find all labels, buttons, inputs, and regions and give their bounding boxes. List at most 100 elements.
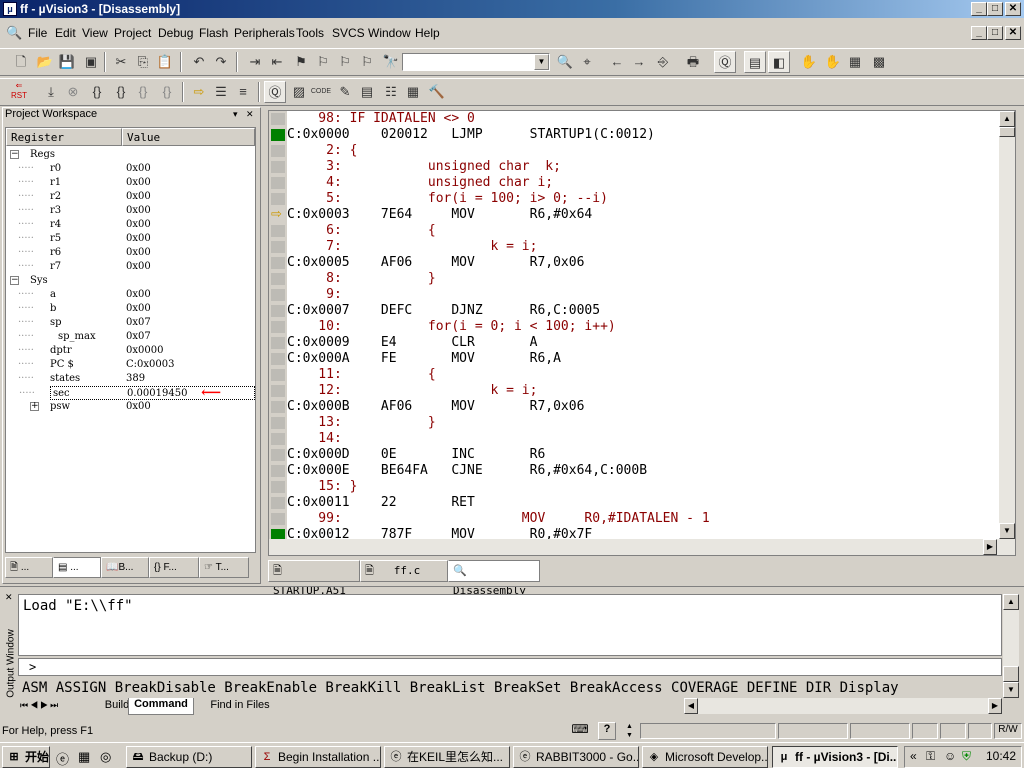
workspace-close-icon[interactable]: ✕ (246, 109, 254, 120)
show-desktop-icon[interactable]: ▦ (78, 749, 90, 765)
tab-command[interactable]: Command (128, 698, 194, 715)
find-icon[interactable]: 🔍 (554, 51, 576, 73)
output-horizontal-scrollbar[interactable]: ◀ ▶ (684, 698, 1002, 714)
menu-flash[interactable]: Flash (199, 26, 228, 40)
register-row[interactable]: ····· r5 0x00 (6, 232, 255, 246)
doc-icon[interactable]: 🔍 (6, 25, 22, 41)
register-group[interactable]: − Regs (6, 148, 255, 162)
step-over-icon[interactable]: {} (110, 81, 132, 103)
network-icon[interactable]: ⚿ (926, 749, 935, 764)
source-line[interactable]: 8: } (287, 271, 436, 287)
performance-analyzer-icon[interactable]: ✎ (334, 81, 356, 103)
register-value[interactable]: 0x0000 (126, 344, 163, 358)
serial-window-icon[interactable]: ☷ (380, 81, 402, 103)
source-line[interactable]: 4: unsigned char i; (287, 175, 553, 191)
source-line[interactable]: 3: unsigned char k; (287, 159, 561, 175)
output-close-icon[interactable]: ✕ (5, 592, 13, 603)
tab-templates[interactable]: ☞ T... (199, 557, 249, 578)
hand-icon[interactable]: ✋ (798, 51, 820, 73)
show-next-statement-icon[interactable]: ⇨ (188, 81, 210, 103)
tab-books[interactable]: 📖B... (101, 557, 149, 578)
task-backup[interactable]: 🖴 Backup (D:) (126, 746, 252, 768)
menu-tools[interactable]: Tools (296, 26, 324, 40)
asm-line[interactable]: C:0x000D 0E INC R6 (287, 447, 545, 463)
bookmark-clear-icon[interactable]: ⚐ (356, 51, 378, 73)
tab-functions[interactable]: {} F... (149, 557, 199, 578)
app-icon[interactable]: μ (3, 2, 17, 16)
paste-icon[interactable]: 📋 (154, 51, 176, 73)
source-line[interactable]: 7: k = i; (287, 239, 537, 255)
register-value[interactable]: 0x00 (126, 288, 151, 302)
close-button[interactable]: ✕ (1005, 2, 1021, 16)
register-group[interactable]: − Sys (6, 274, 255, 288)
asm-line[interactable]: C:0x0003 7E64 MOV R6,#0x64 (287, 207, 592, 223)
disassembly-window-icon[interactable]: Ⓠ (264, 81, 286, 103)
register-row[interactable]: ····· r2 0x00 (6, 190, 255, 204)
unindent-icon[interactable]: ⇤ (266, 51, 288, 73)
menu-view[interactable]: View (82, 26, 108, 40)
goto-icon[interactable]: ⎆ (652, 51, 674, 73)
register-row[interactable]: ····· r1 0x00 (6, 176, 255, 190)
task-keil-browser[interactable]: ⓔ 在KEIL里怎么知... (384, 746, 510, 768)
register-value[interactable]: 0x00 (126, 232, 151, 246)
run-icon[interactable]: ⤓ (40, 81, 62, 103)
task-rabbit[interactable]: ⓔ RABBIT3000 - Go... (513, 746, 639, 768)
toolbox-icon[interactable]: 🔨 (426, 81, 448, 103)
ie-icon[interactable]: ⓔ (56, 749, 69, 768)
command-input[interactable]: > (18, 658, 1002, 676)
menu-debug[interactable]: Debug (158, 26, 193, 40)
asm-line[interactable]: C:0x0012 787F MOV R0,#0x7F (287, 527, 592, 539)
menu-file[interactable]: File (28, 26, 47, 40)
options-icon[interactable]: ▩ (868, 51, 890, 73)
register-row[interactable]: ····· dptr 0x0000 (6, 344, 255, 358)
security-icon[interactable]: ⛨ (962, 749, 971, 764)
asm-line[interactable]: C:0x0007 DEFC DJNZ R6,C:0005 (287, 303, 600, 319)
step-out-icon[interactable]: {} (132, 81, 154, 103)
workspace-window-icon[interactable]: ▤ (744, 51, 766, 73)
output-scroll-right-icon[interactable]: ▶ (988, 698, 1002, 714)
bookmark-toggle-icon[interactable]: ⚑ (290, 51, 312, 73)
output-window-icon[interactable]: ◧ (768, 51, 790, 73)
register-value[interactable]: 0x00 (126, 400, 151, 414)
source-line[interactable]: 9: (287, 287, 342, 303)
spin-icon[interactable]: ▲ ▼ (626, 722, 636, 740)
tab-files[interactable]: 🗎 ... (5, 557, 53, 578)
asm-line[interactable]: C:0x0005 AF06 MOV R7,0x06 (287, 255, 584, 271)
scroll-right-icon[interactable]: ▶ (983, 539, 997, 555)
mdi-restore-button[interactable]: □ (987, 26, 1003, 40)
copy-icon[interactable]: ⎘ (132, 51, 154, 73)
open-folder-icon[interactable]: 📂 (34, 51, 56, 73)
register-row[interactable]: ····· PC $ C:0x0003 (6, 358, 255, 372)
collapse-icon[interactable]: − (10, 150, 19, 159)
register-value[interactable]: 0x00 (126, 218, 151, 232)
source-line[interactable]: 13: } (287, 415, 435, 431)
register-value[interactable]: 0x00 (126, 176, 151, 190)
register-value[interactable]: 0x00 (126, 260, 151, 274)
debug-session-icon[interactable]: Ⓠ (714, 51, 736, 73)
splitter-horizontal[interactable] (0, 586, 1024, 590)
expand-icon[interactable]: + (30, 402, 39, 411)
output-vertical-scrollbar[interactable]: ▲ ▼ (1003, 594, 1019, 698)
minimize-button[interactable]: _ (971, 2, 987, 16)
maximize-button[interactable]: □ (987, 2, 1003, 16)
register-value[interactable]: 0x00 (126, 302, 151, 316)
register-value[interactable]: 0x00 (126, 246, 151, 260)
task-msdev[interactable]: ◈ Microsoft Develop... (642, 746, 768, 768)
splitter-vertical[interactable] (262, 107, 266, 584)
enable-trace-icon[interactable]: ☰ (210, 81, 232, 103)
register-row[interactable]: ····· r4 0x00 (6, 218, 255, 232)
tab-registers[interactable]: ▤ ... (53, 557, 101, 578)
asm-line[interactable]: C:0x0011 22 RET (287, 495, 475, 511)
disassembly-code[interactable]: 98: IF IDATALEN <> 0 C:0x0000 020012 LJMP… (287, 111, 999, 539)
register-value[interactable]: 0x00 (126, 162, 151, 176)
scroll-thumb[interactable] (999, 127, 1015, 137)
mdi-minimize-button[interactable]: _ (971, 26, 987, 40)
menu-svcs[interactable]: SVCS (332, 26, 365, 40)
editor-gutter[interactable]: ⇨ (269, 111, 287, 541)
bookmark-prev-icon[interactable]: ⚐ (312, 51, 334, 73)
find-combo-dropdown-icon[interactable]: ▼ (534, 54, 549, 70)
media-icon[interactable]: ◎ (100, 749, 111, 765)
scroll-down-icon[interactable]: ▼ (999, 523, 1015, 539)
menu-peripherals[interactable]: Peripherals (234, 26, 295, 40)
save-icon[interactable]: 💾 (56, 51, 78, 73)
